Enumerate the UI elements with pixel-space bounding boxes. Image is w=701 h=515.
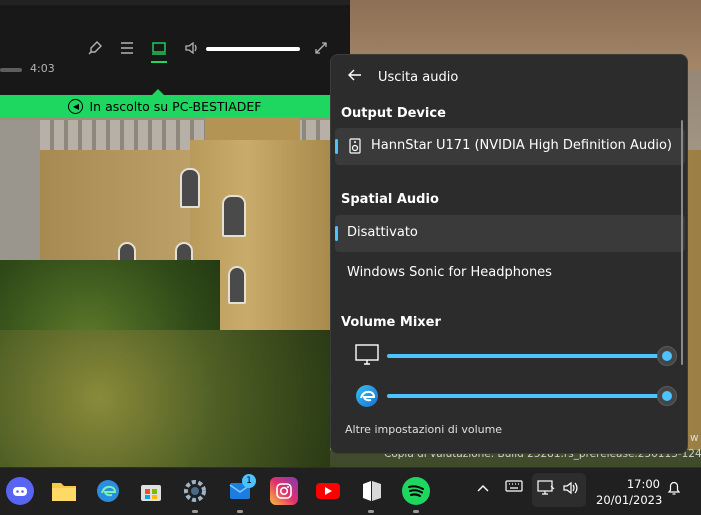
spatial-option-off[interactable]: Disattivato xyxy=(335,215,685,252)
output-device-heading: Output Device xyxy=(341,106,446,121)
edge-icon[interactable] xyxy=(94,477,122,505)
elapsed-time: 4:03 xyxy=(30,62,55,75)
wallpaper-foliage xyxy=(0,330,330,467)
slider-thumb[interactable] xyxy=(657,386,677,406)
wallpaper-window xyxy=(222,195,246,237)
flyout-scrollbar[interactable] xyxy=(681,120,683,365)
volume-mixer-heading: Volume Mixer xyxy=(341,315,441,330)
slider-thumb[interactable] xyxy=(657,346,677,366)
selected-indicator xyxy=(335,139,338,154)
back-arrow-icon[interactable] xyxy=(345,67,365,87)
spotify-icon[interactable] xyxy=(402,477,430,505)
running-indicator xyxy=(413,510,419,513)
playback-progress-bar[interactable] xyxy=(0,68,22,72)
watermark-fragment: w xyxy=(690,432,699,444)
wallpaper-window xyxy=(228,266,246,304)
clock-date: 20/01/2023 xyxy=(596,493,663,507)
wallpaper-window xyxy=(180,168,200,208)
microphone-icon[interactable] xyxy=(85,40,105,60)
clock-time: 17:00 xyxy=(626,477,660,491)
taskbar-clock[interactable]: 17:00 20/01/2023 xyxy=(596,476,663,508)
microsoft-store-icon[interactable] xyxy=(137,477,165,505)
listening-on-label: In ascolto su PC-BESTIADEF xyxy=(89,98,262,114)
audio-output-flyout: Uscita audio Output Device HannStar U171… xyxy=(330,54,688,454)
spotify-player-bar: 4:03 xyxy=(0,0,350,95)
notification-bell-icon[interactable] xyxy=(665,480,683,498)
listening-on-banner[interactable]: ◀ In ascolto su PC-BESTIADEF xyxy=(0,95,330,117)
youtube-icon[interactable] xyxy=(314,477,342,505)
notion-like-icon[interactable] xyxy=(358,477,386,505)
instagram-icon[interactable] xyxy=(270,477,298,505)
spatial-audio-heading: Spatial Audio xyxy=(341,192,439,207)
keyboard-icon[interactable] xyxy=(505,480,523,498)
player-top-strip xyxy=(0,0,350,5)
queue-icon[interactable] xyxy=(117,40,137,60)
speaker-tray-icon[interactable] xyxy=(562,480,580,498)
more-volume-settings-link[interactable]: Altre impostazioni di volume xyxy=(345,423,502,436)
running-indicator xyxy=(237,510,243,513)
system-monitor-icon xyxy=(355,344,379,368)
discord-icon[interactable] xyxy=(6,477,34,505)
output-device-label: HannStar U171 (NVIDIA High Definition Au… xyxy=(371,138,672,153)
volume-icon[interactable] xyxy=(182,40,202,60)
system-volume-slider[interactable] xyxy=(387,354,669,358)
output-device-item[interactable]: HannStar U171 (NVIDIA High Definition Au… xyxy=(335,128,685,165)
speaker-icon: ◀ xyxy=(68,98,84,114)
running-indicator xyxy=(192,510,198,513)
edge-icon xyxy=(355,384,379,408)
spatial-option-label: Windows Sonic for Headphones xyxy=(347,265,552,280)
connect-device-icon[interactable] xyxy=(149,40,169,60)
active-device-indicator xyxy=(151,61,167,63)
mail-badge: 1 xyxy=(242,474,256,488)
spatial-option-label: Disattivato xyxy=(347,225,418,240)
spatial-option-windows-sonic[interactable]: Windows Sonic for Headphones xyxy=(335,255,685,292)
settings-icon[interactable] xyxy=(181,477,209,505)
network-icon[interactable] xyxy=(537,480,555,498)
speaker-device-icon xyxy=(349,138,361,154)
flyout-title: Uscita audio xyxy=(378,70,459,85)
selected-indicator xyxy=(335,226,338,241)
fullscreen-icon[interactable] xyxy=(311,40,331,60)
volume-slider[interactable] xyxy=(206,47,300,51)
running-indicator xyxy=(368,510,374,513)
edge-volume-slider[interactable] xyxy=(387,394,669,398)
chevron-up-icon[interactable] xyxy=(474,480,492,498)
file-explorer-icon[interactable] xyxy=(50,477,78,505)
